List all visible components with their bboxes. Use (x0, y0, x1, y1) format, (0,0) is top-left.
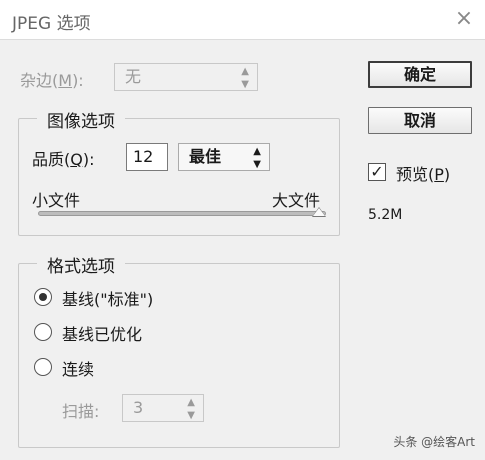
close-icon[interactable]: × (451, 6, 477, 32)
scans-value: 3 (133, 398, 144, 417)
cancel-button[interactable]: 取消 (368, 107, 472, 134)
radio-baseline-standard[interactable] (34, 288, 52, 306)
ok-button[interactable]: 确定 (368, 61, 472, 88)
quality-label: 品质(Q): (32, 146, 94, 170)
select-arrows-icon: ▲ ▼ (241, 66, 249, 90)
watermark: 头条 @绘客Art (393, 435, 475, 449)
progressive-label: 连续 (62, 360, 95, 379)
preview-label: 预览(P) (396, 161, 450, 185)
image-options-legend: 图像选项 (37, 107, 125, 132)
quality-label-key: Q (70, 150, 83, 169)
preview-checkbox[interactable]: ✓ (368, 163, 386, 181)
quality-label-text: 品质( (32, 150, 71, 169)
quality-slider-track[interactable] (38, 211, 326, 216)
file-size: 5.2M (368, 207, 403, 223)
format-options-legend: 格式选项 (37, 252, 125, 277)
jpeg-options-dialog: JPEG 选项 × 杂边(M): 无 ▲ ▼ 图像选项 品质(Q): 12 最佳 … (0, 0, 485, 460)
check-icon: ✓ (370, 162, 384, 181)
preview-label-suffix: ) (443, 165, 451, 184)
quality-slider-thumb[interactable] (312, 207, 326, 217)
select-arrows-icon: ▲ ▼ (187, 397, 195, 421)
dialog-body: 杂边(M): 无 ▲ ▼ 图像选项 品质(Q): 12 最佳 ▲ ▼ 小文件 大文件… (0, 41, 485, 460)
baseline-standard-label: 基线("标准") (62, 290, 154, 309)
title-bar: JPEG 选项 × (0, 0, 485, 40)
scans-label: 扫描: (62, 402, 100, 421)
radio-progressive[interactable] (34, 358, 52, 376)
quality-preset-value: 最佳 (189, 147, 222, 166)
matte-select[interactable]: 无 ▲ ▼ (114, 63, 258, 91)
image-options-group: 图像选项 (18, 107, 340, 236)
preview-label-text: 预览( (396, 165, 435, 184)
preview-label-key: P (434, 165, 444, 184)
baseline-optimized-label: 基线已优化 (62, 325, 143, 344)
dialog-title: JPEG 选项 (12, 14, 91, 34)
select-arrows-icon: ▲ ▼ (253, 146, 261, 170)
matte-label-key: M (58, 71, 73, 90)
matte-label-text: 杂边( (20, 71, 59, 90)
scans-select[interactable]: 3 ▲ ▼ (122, 394, 204, 422)
quality-input[interactable]: 12 (126, 143, 168, 171)
quality-label-suffix: ): (82, 150, 95, 169)
matte-label-suffix: ): (72, 71, 84, 90)
radio-baseline-optimized[interactable] (34, 323, 52, 341)
quality-preset-select[interactable]: 最佳 ▲ ▼ (178, 143, 270, 171)
matte-label: 杂边(M): (20, 67, 84, 91)
small-file-label: 小文件 (32, 191, 81, 210)
matte-value: 无 (125, 67, 142, 86)
